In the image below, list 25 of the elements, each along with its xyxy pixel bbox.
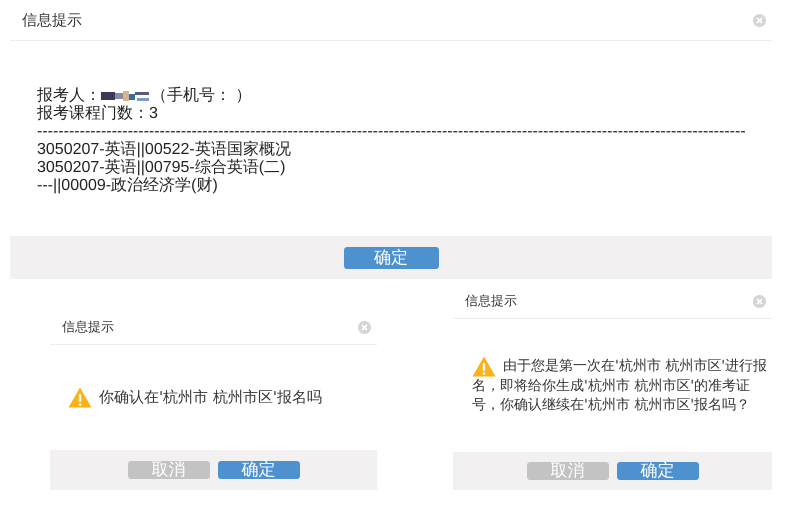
warning-icon bbox=[472, 356, 496, 377]
message-text: 号，你确认继续在'杭州市 杭州市区'报名吗？ bbox=[472, 396, 750, 415]
confirm-button[interactable]: 确定 bbox=[616, 462, 698, 480]
confirm-button[interactable]: 确定 bbox=[218, 461, 300, 479]
divider-text: ------------------------------------------------------------------------------------------------------------------------------------- bbox=[37, 123, 746, 140]
close-icon[interactable] bbox=[753, 294, 766, 308]
close-icon[interactable] bbox=[358, 320, 371, 334]
course-line: 3050207-英语||00522-英语国家概况 bbox=[37, 141, 291, 158]
course-line: ---||00009-政治经济学(财) bbox=[37, 177, 218, 195]
cancel-button[interactable]: 取消 bbox=[128, 461, 210, 479]
redacted-name-drawing bbox=[101, 89, 151, 103]
message-text: 由于您是第一次在'杭州市 杭州市区'进行报 bbox=[503, 357, 768, 376]
close-icon[interactable] bbox=[753, 14, 766, 26]
cancel-button[interactable]: 取消 bbox=[526, 462, 608, 480]
dialog-title: 信息提示 bbox=[22, 10, 82, 30]
phone-label: （手机号： ） bbox=[151, 87, 252, 105]
confirm-button[interactable]: 确定 bbox=[344, 246, 438, 268]
message-text: 名，即将给你生成'杭州市 杭州市区'的准考证 bbox=[472, 377, 750, 396]
message-text: 你确认在'杭州市 杭州市区'报名吗 bbox=[99, 388, 322, 407]
course-line: 3050207-英语||00795-综合英语(二) bbox=[37, 159, 286, 176]
applicant-label: 报考人： bbox=[37, 87, 101, 104]
warning-icon bbox=[68, 387, 92, 408]
dialog-title: 信息提示 bbox=[62, 319, 114, 336]
dialog-title: 信息提示 bbox=[465, 293, 517, 310]
course-count: 报考课程门数：3 bbox=[37, 105, 158, 123]
